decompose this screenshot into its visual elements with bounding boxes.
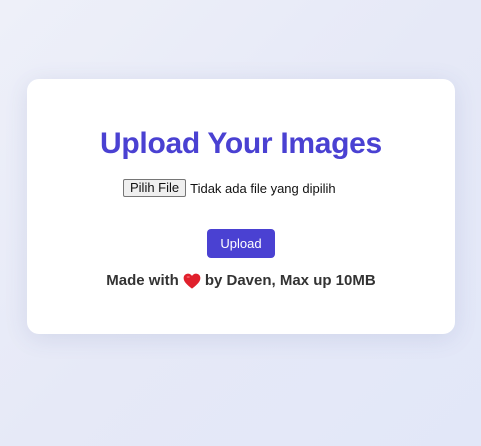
footer-suffix: by Daven, Max up 10MB xyxy=(204,272,376,289)
upload-card: Upload Your Images Pilih File Tidak ada … xyxy=(27,79,455,334)
file-status-text: Tidak ada file yang dipilih xyxy=(190,180,336,196)
heart-icon xyxy=(183,273,201,289)
file-input[interactable]: Pilih File Tidak ada file yang dipilih xyxy=(123,179,336,197)
footer-prefix: Made with xyxy=(106,272,179,289)
choose-file-button[interactable]: Pilih File xyxy=(123,179,187,197)
footer-credit: Made with by Daven, Max up 10MB xyxy=(27,272,455,289)
page-title: Upload Your Images xyxy=(100,127,382,160)
upload-button[interactable]: Upload xyxy=(207,229,275,258)
